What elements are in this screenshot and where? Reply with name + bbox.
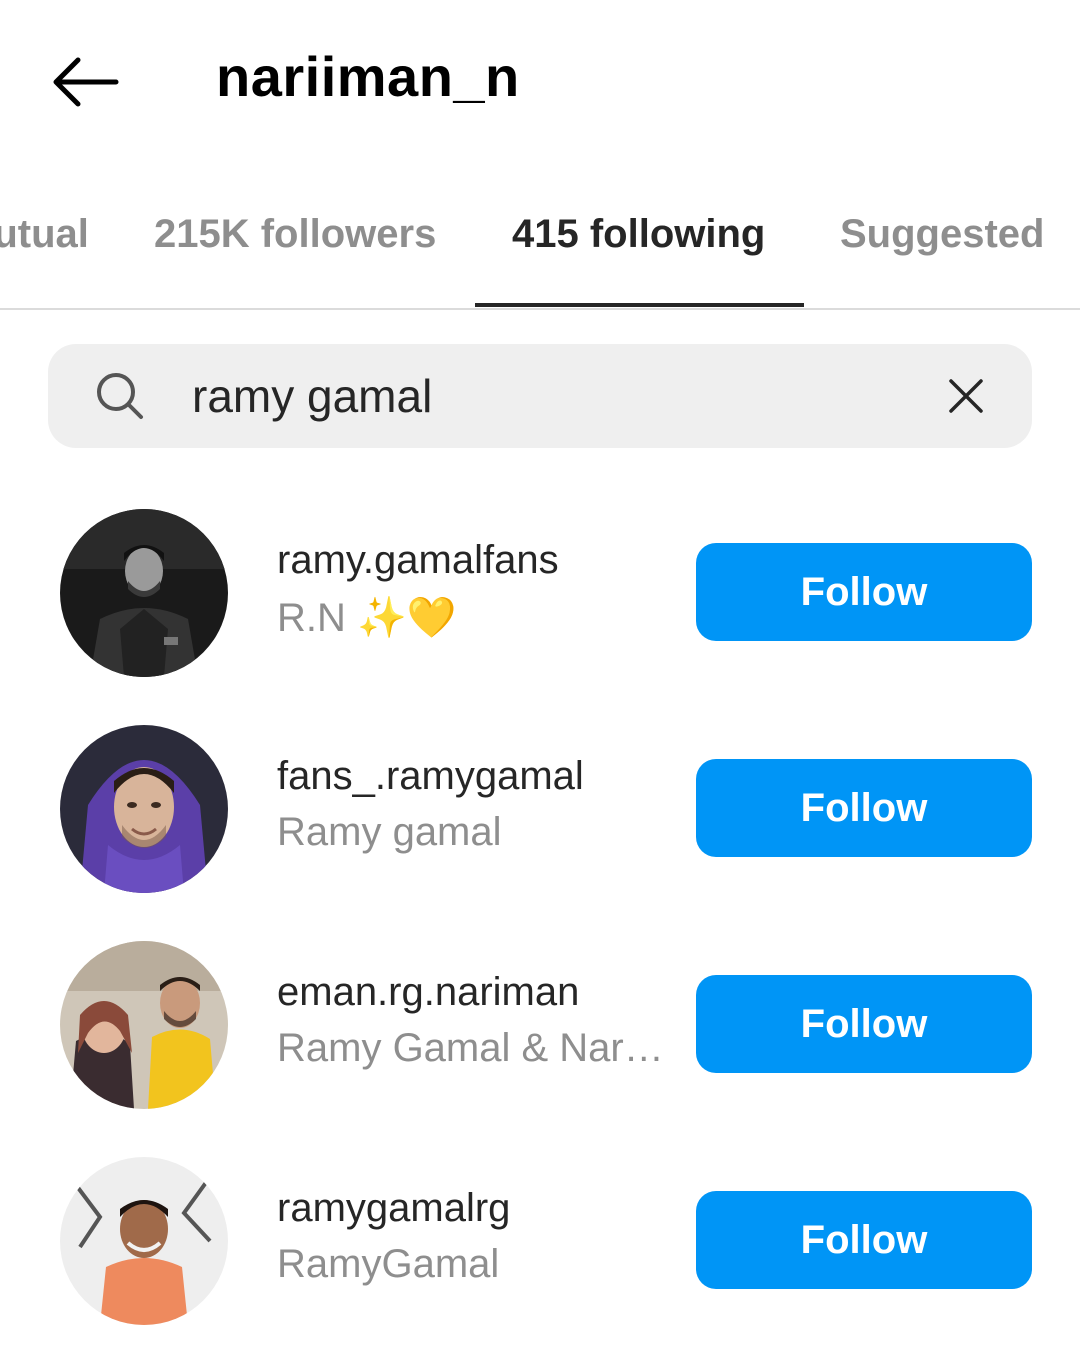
full-name: Ramy gamal <box>277 810 502 854</box>
tab-bar: Mutual 215K followers 415 following Sugg… <box>0 188 1080 308</box>
search-icon <box>97 373 143 419</box>
username[interactable]: fans_.ramygamal <box>277 754 584 799</box>
avatar[interactable] <box>60 941 228 1109</box>
username[interactable]: eman.rg.nariman <box>277 970 579 1015</box>
list-item[interactable]: eman.rg.nariman Ramy Gamal & Nar… Follow <box>0 932 1080 1132</box>
top-bar: nariiman_n <box>0 0 1080 160</box>
clear-search-button[interactable] <box>936 364 996 428</box>
follow-button[interactable]: Follow <box>696 975 1032 1073</box>
follow-button[interactable]: Follow <box>696 543 1032 641</box>
tab-following[interactable]: 415 following <box>512 212 765 257</box>
username[interactable]: ramygamalrg <box>277 1186 510 1231</box>
avatar[interactable] <box>60 1157 228 1325</box>
list-item[interactable]: fans_.ramygamal Ramy gamal Follow <box>0 716 1080 916</box>
username[interactable]: ramy.gamalfans <box>277 538 559 583</box>
tab-followers[interactable]: 215K followers <box>154 212 436 257</box>
search-input[interactable] <box>192 362 892 430</box>
clear-icon <box>949 379 983 413</box>
search-bar <box>48 344 1032 448</box>
list-item[interactable]: ramy.gamalfans R.N ✨💛 Follow <box>0 500 1080 700</box>
full-name: Ramy Gamal & Nar… <box>277 1026 664 1070</box>
active-tab-indicator <box>475 303 804 307</box>
full-name: R.N ✨💛 <box>277 596 457 640</box>
list-item[interactable]: ramygamalrg RamyGamal Follow <box>0 1148 1080 1348</box>
tab-mutual[interactable]: Mutual <box>0 212 89 257</box>
full-name: RamyGamal <box>277 1242 500 1286</box>
avatar[interactable] <box>60 725 228 893</box>
back-button[interactable] <box>44 50 124 114</box>
divider <box>0 308 1080 310</box>
back-arrow-icon <box>53 57 119 107</box>
follow-button[interactable]: Follow <box>696 759 1032 857</box>
follow-button[interactable]: Follow <box>696 1191 1032 1289</box>
avatar[interactable] <box>60 509 228 677</box>
page-title: nariiman_n <box>216 45 520 108</box>
tab-suggested[interactable]: Suggested <box>840 212 1044 257</box>
